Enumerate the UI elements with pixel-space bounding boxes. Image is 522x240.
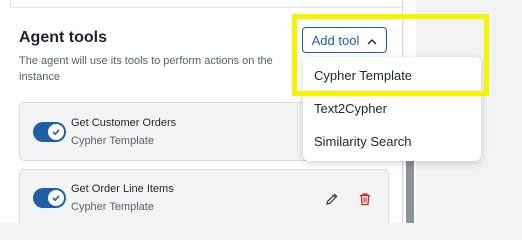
tool-enabled-toggle[interactable] [33,188,66,208]
tool-name: Get Customer Orders [71,117,177,129]
add-tool-label: Add tool [311,32,360,48]
add-tool-dropdown-menu: Cypher Template Text2Cypher Similarity S… [303,57,481,161]
scrollbar-thumb[interactable] [406,160,414,223]
check-icon [48,124,64,140]
tool-enabled-toggle[interactable] [33,122,66,142]
menu-item-cypher-template[interactable]: Cypher Template [314,68,412,83]
check-icon [48,190,64,206]
tool-type: Cypher Template [71,201,154,213]
section-title: Agent tools [19,29,107,46]
trash-icon[interactable] [357,191,373,207]
pencil-icon[interactable] [324,191,340,207]
section-description: The agent will use its tools to perform … [19,55,273,83]
menu-item-text2cypher[interactable]: Text2Cypher [314,101,387,116]
chevron-up-icon [367,35,377,45]
tool-card: Get Order Line Items Cypher Template [19,169,389,223]
section-divider [10,0,402,8]
menu-item-similarity-search[interactable]: Similarity Search [314,134,412,149]
add-tool-button[interactable]: Add tool [302,27,387,53]
tool-type: Cypher Template [71,135,154,147]
tool-name: Get Order Line Items [71,183,174,195]
